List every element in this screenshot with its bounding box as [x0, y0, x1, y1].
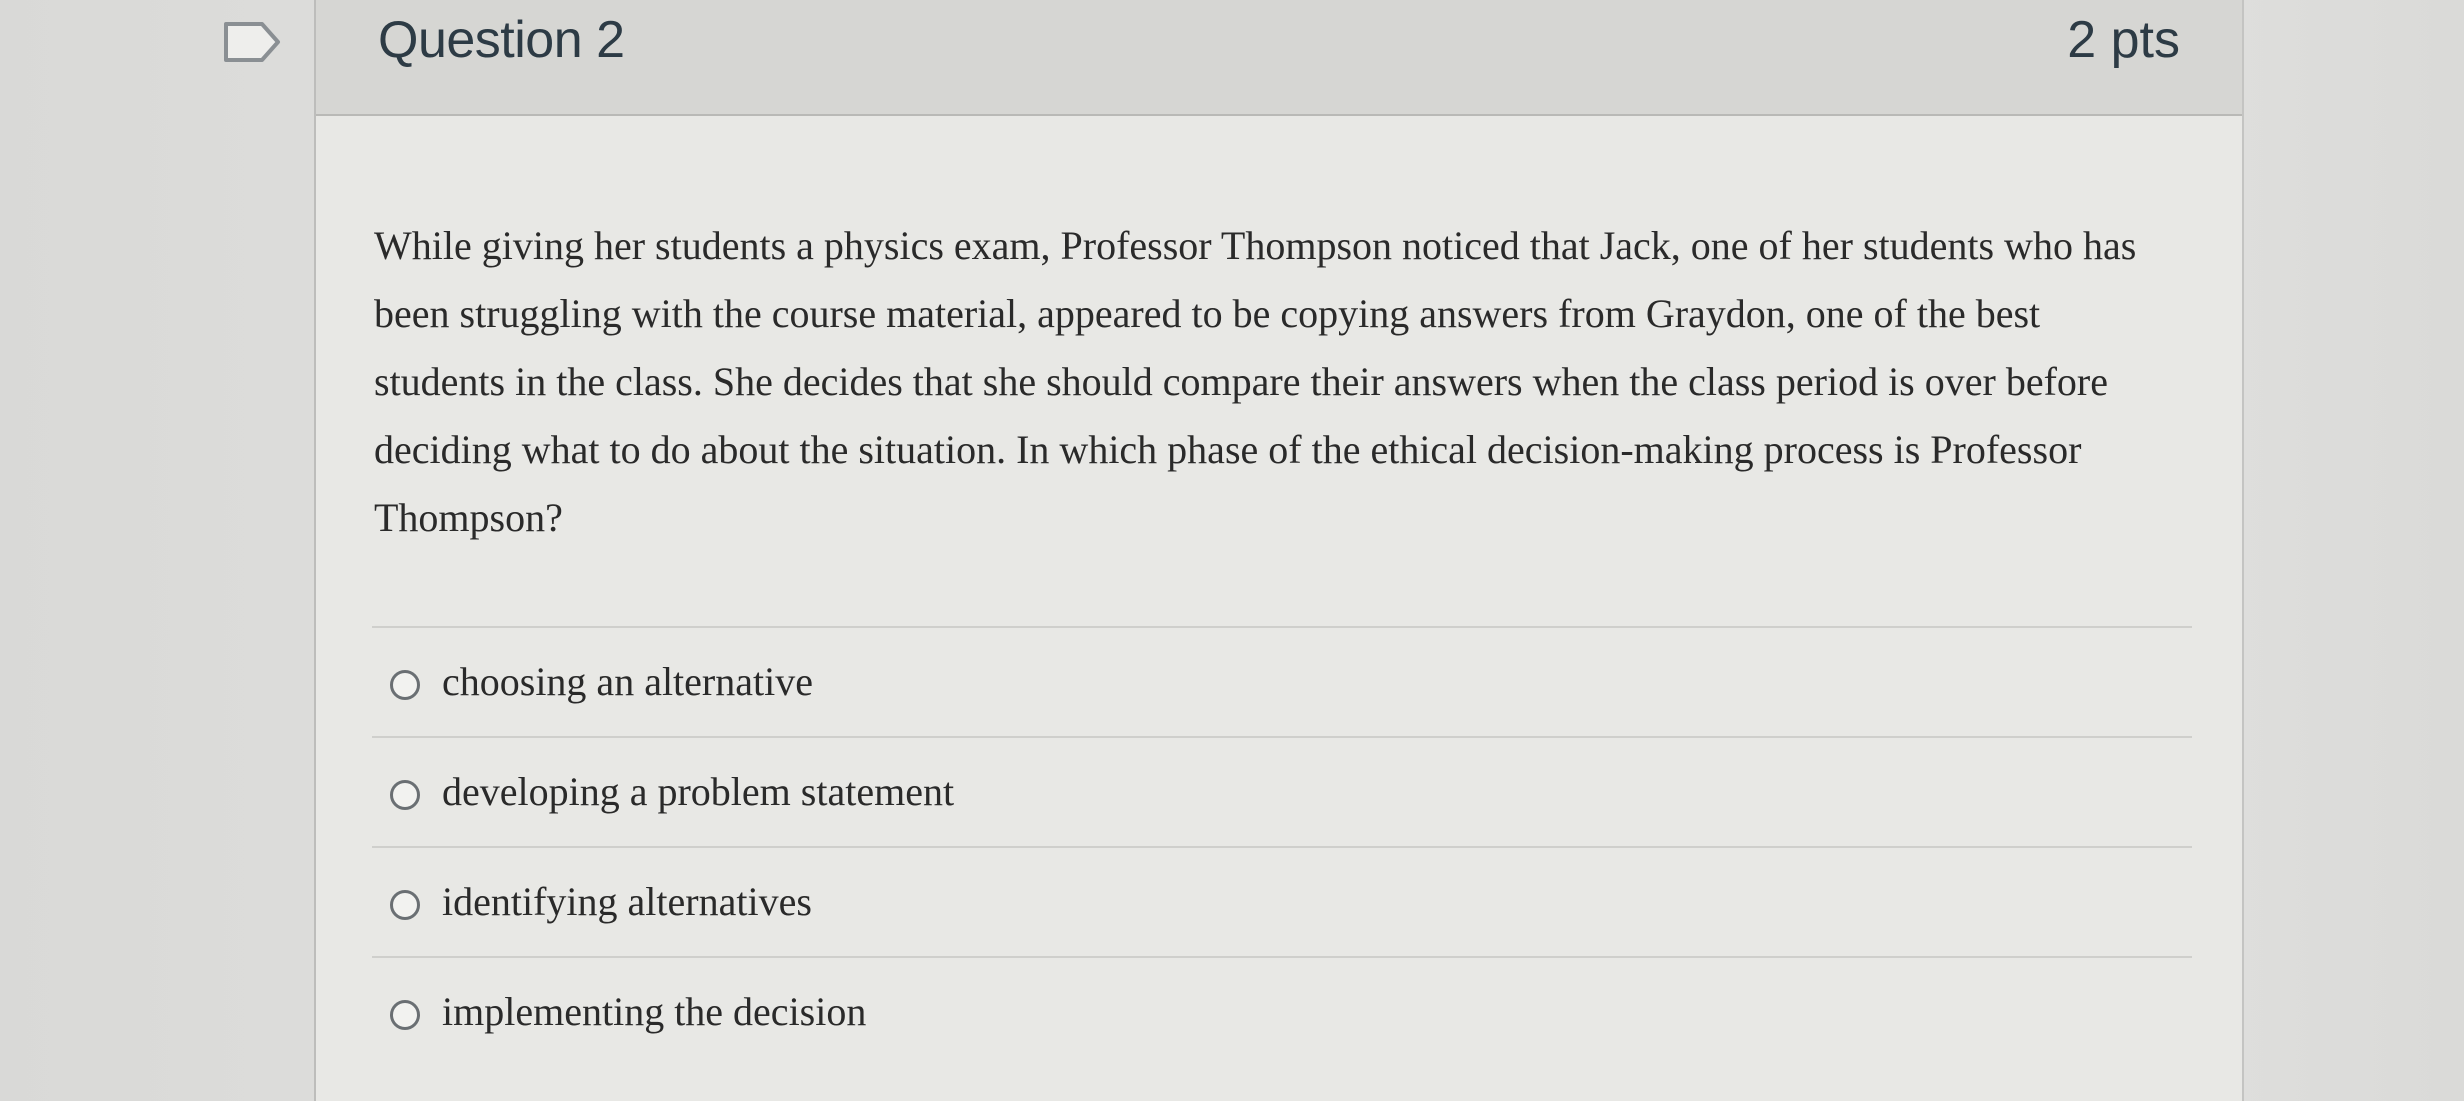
answer-option[interactable]: implementing the decision	[372, 956, 2192, 1066]
answer-label[interactable]: developing a problem statement	[442, 768, 954, 815]
radio-button-icon[interactable]	[390, 1000, 420, 1030]
radio-button-icon[interactable]	[390, 670, 420, 700]
flag-question-icon[interactable]	[222, 20, 284, 64]
answer-list: choosing an alternative developing a pro…	[372, 626, 2192, 1066]
answer-label[interactable]: identifying alternatives	[442, 878, 812, 925]
question-text: While giving her students a physics exam…	[374, 223, 2137, 540]
question-header: Question 2 2 pts	[316, 0, 2242, 116]
answer-label[interactable]: choosing an alternative	[442, 658, 813, 705]
question-card: Question 2 2 pts While giving her studen…	[314, 0, 2244, 1101]
radio-button-icon[interactable]	[390, 890, 420, 920]
quiz-page: Question 2 2 pts While giving her studen…	[0, 0, 2464, 1101]
question-title: Question 2	[378, 11, 625, 69]
radio-button-icon[interactable]	[390, 780, 420, 810]
answer-label[interactable]: implementing the decision	[442, 988, 866, 1035]
question-points: 2 pts	[2067, 11, 2180, 69]
answer-option[interactable]: developing a problem statement	[372, 736, 2192, 846]
answer-option[interactable]: choosing an alternative	[372, 626, 2192, 736]
answer-option[interactable]: identifying alternatives	[372, 846, 2192, 956]
